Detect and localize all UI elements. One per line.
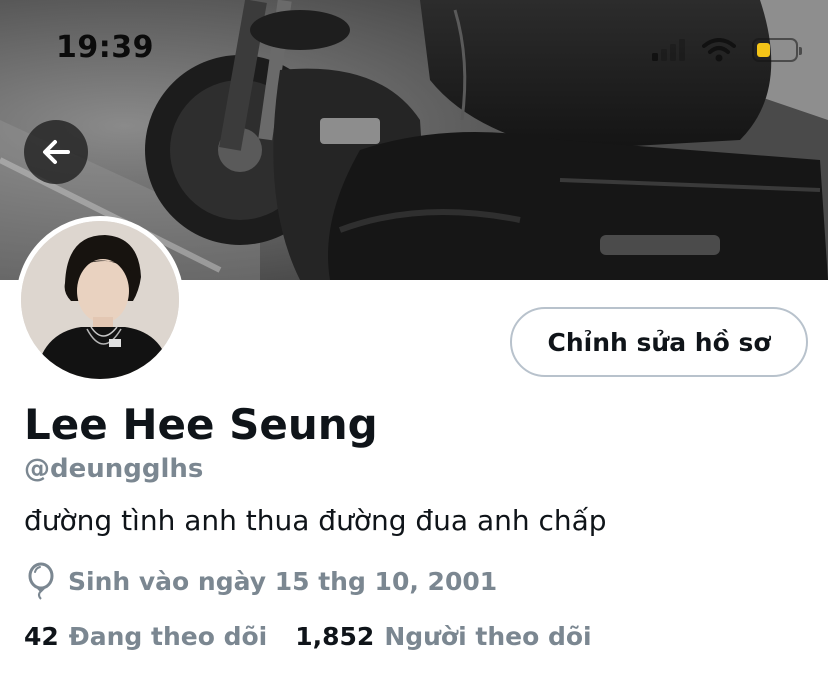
profile-handle: @deungglhs (24, 454, 204, 484)
followers-label: Người theo dõi (384, 622, 592, 651)
arrow-left-icon (43, 140, 70, 164)
status-bar-time: 19:39 (56, 30, 154, 65)
profile-avatar[interactable] (16, 216, 184, 384)
status-bar-icons (652, 36, 802, 64)
profile-bio: đường tình anh thua đường đua anh chấp (24, 504, 607, 537)
balloon-icon (28, 562, 54, 600)
birthday-text: Sinh vào ngày 15 thg 10, 2001 (68, 566, 498, 596)
following-count: 42 (24, 622, 59, 651)
following-label: Đang theo dõi (68, 622, 268, 651)
battery-level-fill (757, 43, 770, 57)
follow-stats: 42 Đang theo dõi 1,852 Người theo dõi (24, 622, 592, 651)
profile-page: 19:39 Chỉnh sửa hồ sơ Lee Hee Seung @deu… (0, 0, 828, 700)
profile-display-name: Lee Hee Seung (24, 400, 378, 449)
wifi-icon (702, 38, 736, 62)
back-button[interactable] (24, 120, 88, 184)
followers-link[interactable]: 1,852 Người theo dõi (295, 622, 591, 651)
followers-count: 1,852 (295, 622, 375, 651)
battery-icon (752, 38, 802, 62)
cellular-signal-icon (652, 39, 685, 61)
birthday-row: Sinh vào ngày 15 thg 10, 2001 (24, 562, 497, 600)
following-link[interactable]: 42 Đang theo dõi (24, 622, 267, 651)
edit-profile-button[interactable]: Chỉnh sửa hồ sơ (510, 307, 808, 377)
avatar-photo (21, 221, 179, 379)
